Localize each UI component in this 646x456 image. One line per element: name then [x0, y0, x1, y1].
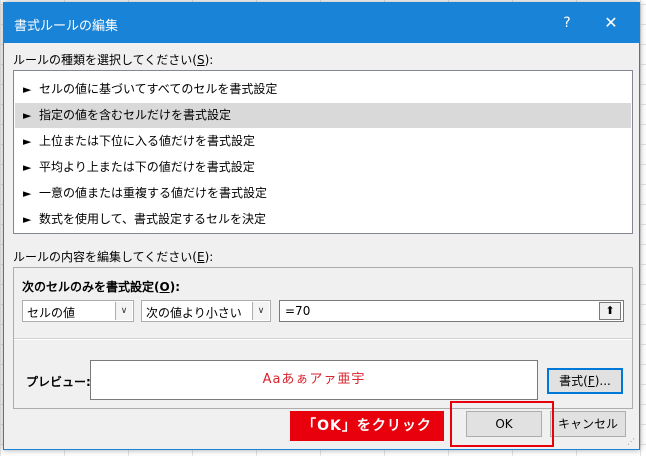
rule-type-label-key: S: [196, 53, 205, 67]
format-button-key: F: [587, 374, 595, 388]
condition-type-select[interactable]: セルの値 ∨: [22, 300, 134, 322]
cancel-button[interactable]: キャンセル: [550, 411, 626, 437]
rule-edit-label-prefix: ルールの内容を編集してください(: [13, 250, 197, 264]
arrow-right-icon: ►: [23, 187, 32, 200]
operator-select[interactable]: 次の値より小さい ∨: [141, 300, 271, 322]
rule-type-item-label: 上位または下位に入る値だけを書式設定: [39, 134, 256, 148]
rule-type-item-label: 平均より上または下の値だけを書式設定: [39, 160, 255, 174]
rule-type-item-label: セルの値に基づいてすべてのセルを書式設定: [39, 82, 278, 96]
close-icon[interactable]: ✕: [596, 11, 626, 35]
rule-type-item[interactable]: ► 上位または下位に入る値だけを書式設定: [15, 129, 631, 154]
rule-edit-panel: 次のセルのみを書式設定(O): セルの値 ∨ 次の値より小さい ∨ =70 ⬆ …: [13, 267, 633, 409]
format-only-cells-heading: 次のセルのみを書式設定(O):: [22, 278, 180, 295]
dialog-title: 書式ルールの編集: [14, 19, 119, 34]
rule-type-label: ルールの種類を選択してください(S):: [13, 51, 213, 68]
rule-type-item[interactable]: ► 一意の値または重複する値だけを書式設定: [15, 181, 631, 206]
format-button-suffix: )...: [594, 374, 611, 388]
preview-sample: Aaあぁアァ亜宇: [90, 360, 538, 400]
arrow-right-icon: ►: [23, 109, 32, 122]
rule-type-list[interactable]: ► セルの値に基づいてすべてのセルを書式設定 ► 指定の値を含むセルだけを書式設定 …: [13, 70, 633, 234]
rule-type-item[interactable]: ► 平均より上または下の値だけを書式設定: [15, 155, 631, 180]
rule-type-item-label: 数式を使用して、書式設定するセルを決定: [39, 212, 267, 226]
rule-type-item-label: 一意の値または重複する値だけを書式設定: [39, 186, 268, 200]
help-icon[interactable]: ?: [552, 11, 582, 35]
edit-formatting-rule-dialog: 書式ルールの編集 ? ✕ ルールの種類を選択してください(S): ► セルの値に基…: [3, 2, 640, 450]
rule-type-item[interactable]: ► セルの値に基づいてすべてのセルを書式設定: [15, 77, 631, 102]
condition-type-value: セルの値: [27, 306, 76, 320]
arrow-right-icon: ►: [23, 83, 32, 96]
rule-edit-label: ルールの内容を編集してください(E):: [13, 248, 213, 265]
rule-type-label-suffix: ):: [204, 53, 214, 67]
rule-type-item-selected[interactable]: ► 指定の値を含むセルだけを書式設定: [15, 103, 631, 128]
format-only-cells-key: O: [159, 280, 170, 294]
format-only-cells-prefix: 次のセルのみを書式設定(: [22, 280, 160, 294]
format-button[interactable]: 書式(F)...: [547, 368, 623, 394]
format-only-cells-suffix: ):: [169, 280, 180, 294]
format-button-prefix: 書式(: [559, 374, 588, 388]
resize-grip[interactable]: ⋰: [627, 437, 637, 447]
arrow-right-icon: ►: [23, 135, 32, 148]
rule-type-item[interactable]: ► 数式を使用して、書式設定するセルを決定: [15, 207, 631, 232]
rule-edit-label-key: E: [196, 250, 205, 264]
annotation-callout: 「OK」をクリック: [290, 411, 444, 441]
chevron-down-icon[interactable]: ∨: [115, 302, 132, 320]
collapse-dialog-icon[interactable]: ⬆: [599, 302, 621, 320]
rule-type-item-label: 指定の値を含むセルだけを書式設定: [39, 108, 232, 122]
title-bar[interactable]: 書式ルールの編集 ? ✕: [4, 3, 639, 43]
chevron-down-icon[interactable]: ∨: [252, 302, 269, 320]
panel-divider-highlight: [14, 339, 632, 340]
operator-value: 次の値より小さい: [146, 306, 242, 320]
arrow-right-icon: ►: [23, 161, 32, 174]
rule-edit-label-suffix: ):: [204, 250, 214, 264]
ok-button[interactable]: OK: [466, 411, 542, 437]
arrow-right-icon: ►: [23, 213, 32, 226]
preview-label: プレビュー:: [26, 375, 91, 389]
value-input[interactable]: =70 ⬆: [279, 300, 624, 322]
rule-type-label-prefix: ルールの種類を選択してください(: [13, 53, 197, 67]
value-input-text: =70: [285, 304, 311, 318]
